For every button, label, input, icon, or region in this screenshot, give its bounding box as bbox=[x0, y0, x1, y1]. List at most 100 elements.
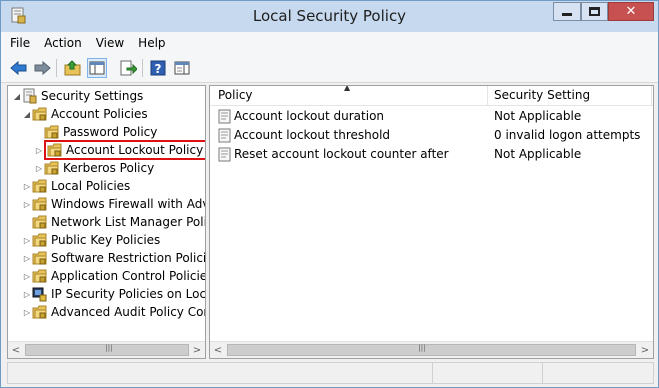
tree-item-label: Public Key Policies bbox=[51, 233, 161, 247]
folder-icon bbox=[32, 251, 47, 265]
selected-item-highlight: Account Lockout Policy bbox=[44, 140, 205, 160]
expand-arrow-icon[interactable]: ▷ bbox=[34, 164, 44, 173]
toolbar-separator bbox=[142, 59, 143, 77]
tree-item-network-list-manager-policies[interactable]: Network List Manager Policie bbox=[22, 213, 205, 231]
tree-item-label: Application Control Policies bbox=[51, 269, 206, 283]
column-divider[interactable] bbox=[651, 86, 652, 106]
title-bar[interactable]: Local Security Policy ✕ bbox=[1, 1, 658, 32]
maximize-button[interactable] bbox=[581, 2, 608, 21]
help-button[interactable]: ? bbox=[148, 58, 168, 78]
minimize-icon bbox=[562, 13, 572, 16]
tree-item-application-control-policies[interactable]: ▷ Application Control Policies bbox=[22, 267, 206, 285]
scroll-left-arrow-icon[interactable]: < bbox=[11, 345, 21, 356]
column-header-security-setting[interactable]: Security Setting bbox=[494, 88, 590, 102]
minimize-button[interactable] bbox=[553, 2, 581, 21]
tree-horizontal-scrollbar[interactable]: < ||| > bbox=[8, 341, 205, 358]
toolbar: ? bbox=[1, 53, 658, 83]
tree-item-kerberos-policy[interactable]: ▷ Kerberos Policy bbox=[34, 159, 154, 177]
expand-arrow-icon[interactable]: ▷ bbox=[22, 254, 32, 263]
forward-button[interactable] bbox=[32, 58, 52, 78]
policy-security-setting: Not Applicable bbox=[494, 147, 582, 161]
tree-item-content: Account Policies bbox=[32, 106, 148, 122]
policy-row[interactable]: Account lockout duration Not Applicable bbox=[210, 107, 653, 126]
menu-view[interactable]: View bbox=[96, 36, 124, 50]
menu-file[interactable]: File bbox=[10, 36, 30, 50]
list-scroll-thumb[interactable] bbox=[227, 344, 636, 356]
svg-text:?: ? bbox=[155, 62, 162, 76]
security-settings-icon bbox=[23, 88, 37, 104]
tree-item-label: Advanced Audit Policy Confi bbox=[51, 305, 206, 319]
status-cell-secondary bbox=[433, 363, 543, 383]
tree-item-advanced-audit-policy[interactable]: ▷ Advanced Audit Policy Confi bbox=[22, 303, 206, 321]
folder-icon bbox=[32, 269, 47, 283]
tree-item-content: Network List Manager Policie bbox=[32, 214, 205, 230]
tree-item-content: Public Key Policies bbox=[32, 232, 160, 248]
tree-item-account-lockout-policy[interactable]: ▷ Account Lockout Policy bbox=[34, 140, 205, 160]
tree-item-content: Local Policies bbox=[32, 178, 130, 194]
tree-item-ip-security-policies[interactable]: ▷ IP Security Policies on Local C bbox=[22, 285, 206, 303]
scroll-right-arrow-icon[interactable]: > bbox=[640, 345, 650, 356]
tree-item-content: IP Security Policies on Local C bbox=[32, 286, 206, 302]
expand-arrow-icon[interactable]: ▷ bbox=[22, 200, 32, 209]
expand-arrow-icon[interactable]: ▷ bbox=[22, 308, 32, 317]
policy-name: Account lockout duration bbox=[234, 109, 385, 123]
tree-item-label: IP Security Policies on Local C bbox=[51, 287, 206, 301]
scroll-grip-icon: ||| bbox=[105, 344, 113, 352]
tree-item-label: Account Lockout Policy bbox=[66, 143, 204, 157]
main-window: Local Security Policy ✕ File Action View… bbox=[0, 0, 659, 388]
close-button[interactable]: ✕ bbox=[608, 2, 654, 21]
forward-arrow-icon bbox=[34, 60, 51, 76]
folder-icon bbox=[32, 179, 47, 193]
back-arrow-icon bbox=[10, 60, 27, 76]
column-divider[interactable] bbox=[487, 86, 488, 106]
show-hide-console-tree-button[interactable] bbox=[87, 58, 107, 78]
expand-arrow-icon[interactable]: ▷ bbox=[22, 290, 32, 299]
help-icon: ? bbox=[150, 60, 166, 76]
collapse-arrow-icon[interactable]: ◢ bbox=[22, 110, 32, 119]
policy-row[interactable]: Account lockout threshold 0 invalid logon… bbox=[210, 126, 653, 145]
expand-arrow-icon[interactable]: ▷ bbox=[22, 182, 32, 191]
folder-icon bbox=[32, 215, 47, 229]
policy-setting-icon bbox=[218, 109, 231, 124]
expand-arrow-icon[interactable]: ▷ bbox=[22, 236, 32, 245]
folder-icon bbox=[32, 197, 47, 211]
expand-arrow-icon[interactable]: ▷ bbox=[34, 146, 44, 155]
status-cell-tertiary bbox=[543, 363, 653, 383]
scroll-left-arrow-icon[interactable]: < bbox=[213, 345, 223, 356]
tree-item-password-policy[interactable]: Password Policy bbox=[34, 123, 157, 141]
tree-item-content: Password Policy bbox=[44, 124, 157, 140]
policy-security-setting: 0 invalid logon attempts bbox=[494, 128, 641, 142]
list-horizontal-scrollbar[interactable]: < ||| > bbox=[210, 341, 653, 358]
column-header-policy[interactable]: Policy bbox=[218, 88, 253, 102]
tree-item-content: Application Control Policies bbox=[32, 268, 206, 284]
tree-item-content: Kerberos Policy bbox=[44, 160, 154, 176]
list-header: ▲ Policy Security Setting bbox=[210, 86, 653, 106]
menu-help[interactable]: Help bbox=[138, 36, 165, 50]
policy-row[interactable]: Reset account lockout counter after Not A… bbox=[210, 145, 653, 164]
tree-item-security-settings[interactable]: ◢ Security Settings bbox=[12, 87, 143, 105]
tree-item-local-policies[interactable]: ▷ Local Policies bbox=[22, 177, 130, 195]
tree-item-account-policies[interactable]: ◢ Account Policies bbox=[22, 105, 148, 123]
tree-item-windows-firewall[interactable]: ▷ Windows Firewall with Advar bbox=[22, 195, 205, 213]
status-cell-main bbox=[8, 363, 433, 383]
expand-arrow-icon[interactable]: ▷ bbox=[22, 272, 32, 281]
up-folder-icon bbox=[64, 60, 81, 76]
scroll-grip-icon: ||| bbox=[418, 344, 426, 352]
policy-security-setting: Not Applicable bbox=[494, 109, 582, 123]
close-icon: ✕ bbox=[625, 4, 637, 19]
tree-item-software-restriction-policies[interactable]: ▷ Software Restriction Policies bbox=[22, 249, 205, 267]
menu-action[interactable]: Action bbox=[44, 36, 82, 50]
up-one-level-button[interactable] bbox=[63, 58, 83, 78]
folder-icon bbox=[32, 233, 47, 247]
export-list-button[interactable] bbox=[118, 58, 138, 78]
collapse-arrow-icon[interactable]: ◢ bbox=[12, 92, 22, 101]
details-pane[interactable]: ▲ Policy Security Setting Account lockou… bbox=[209, 85, 654, 359]
back-button[interactable] bbox=[9, 58, 29, 78]
show-hide-tree-icon bbox=[89, 61, 105, 75]
scroll-right-arrow-icon[interactable]: > bbox=[192, 345, 202, 356]
properties-pane-button[interactable] bbox=[172, 58, 192, 78]
tree-item-public-key-policies[interactable]: ▷ Public Key Policies bbox=[22, 231, 160, 249]
console-tree-pane[interactable]: ◢ Security Settings ◢ Account Policies Passw… bbox=[7, 85, 206, 359]
properties-pane-icon bbox=[174, 61, 190, 75]
tree-item-label: Security Settings bbox=[41, 89, 144, 103]
